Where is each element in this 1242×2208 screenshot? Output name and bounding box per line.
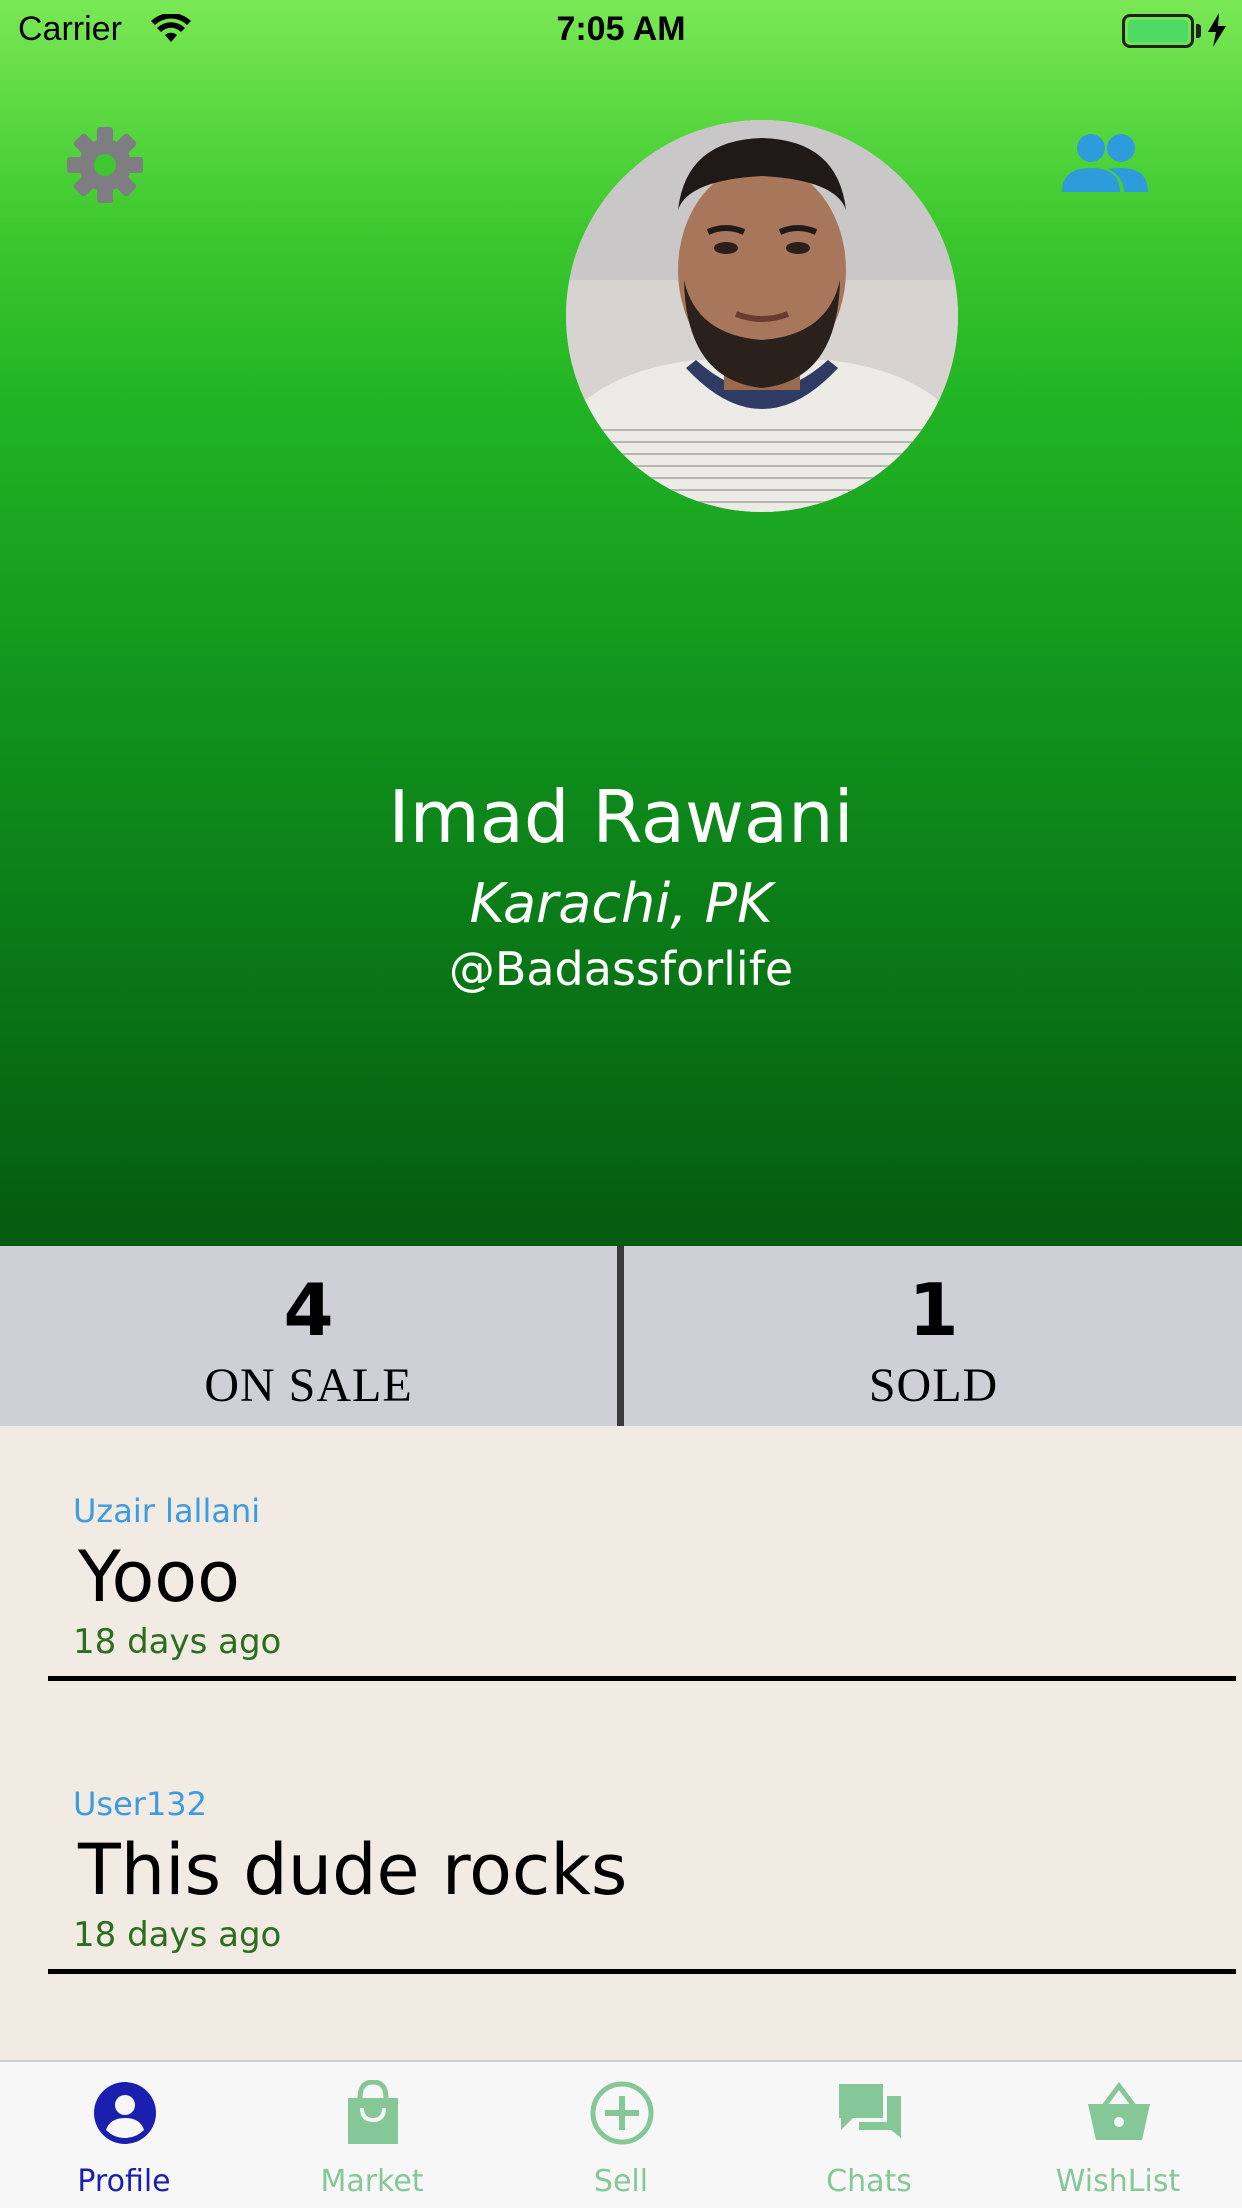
profile-name: Imad Rawani (388, 775, 854, 859)
sold-stat[interactable]: 1 SOLD (625, 1246, 1242, 1426)
chat-icon (839, 2084, 901, 2138)
stats-bar: 4 ON SALE 1 SOLD (0, 1246, 1242, 1426)
review-text: This dude rocks (78, 1829, 628, 1911)
charging-bolt-icon (1208, 13, 1226, 47)
basket-icon (1088, 2081, 1150, 2140)
on-sale-count: 4 (283, 1268, 334, 1352)
divider (48, 1676, 1236, 1681)
tab-label: WishList (1055, 2164, 1181, 2199)
person-icon (94, 2082, 156, 2144)
review-user[interactable]: Uzair lallani (73, 1492, 260, 1530)
profile-handle: @Badassforlife (448, 942, 794, 996)
review-item[interactable]: User132 This dude rocks 18 days ago (6, 1723, 1236, 1983)
tab-label: Chats (826, 2164, 912, 2199)
review-user[interactable]: User132 (73, 1785, 207, 1823)
tab-bar: Profile Market Sell Chats WishList (0, 2060, 1242, 2208)
tab-wishlist[interactable]: WishList (994, 2062, 1242, 2208)
review-item[interactable]: Uzair lallani Yooo 18 days ago (6, 1430, 1236, 1690)
battery-icon (1122, 14, 1194, 48)
avatar[interactable] (566, 120, 958, 512)
review-time: 18 days ago (73, 1622, 282, 1662)
review-time: 18 days ago (73, 1915, 282, 1955)
avatar-photo (566, 120, 958, 512)
people-icon[interactable] (1060, 132, 1150, 196)
on-sale-label: ON SALE (204, 1359, 413, 1412)
divider (48, 1969, 1236, 1974)
reviews-list: Uzair lallani Yooo 18 days ago User132 T… (6, 1430, 1236, 2060)
tab-profile[interactable]: Profile (0, 2062, 248, 2208)
tab-label: Profile (77, 2164, 171, 2199)
stats-divider (617, 1246, 624, 1426)
tab-chats[interactable]: Chats (745, 2062, 993, 2208)
tab-label: Market (320, 2164, 424, 2199)
plus-circle-icon (590, 2081, 654, 2145)
status-bar: Carrier 7:05 AM (0, 0, 1242, 62)
status-time: 7:05 AM (556, 10, 686, 48)
sold-label: SOLD (868, 1359, 999, 1412)
tab-label: Sell (593, 2164, 649, 2199)
profile-header: Carrier 7:05 AM Imad Rawani Karachi, PK … (0, 0, 1242, 1246)
bag-icon (348, 2080, 398, 2144)
tab-sell[interactable]: Sell (497, 2062, 745, 2208)
gear-icon[interactable] (64, 124, 146, 206)
sold-count: 1 (908, 1268, 959, 1352)
tab-market[interactable]: Market (248, 2062, 496, 2208)
profile-location: Karachi, PK (469, 872, 773, 935)
review-text: Yooo (78, 1536, 240, 1618)
on-sale-stat[interactable]: 4 ON SALE (0, 1246, 617, 1426)
